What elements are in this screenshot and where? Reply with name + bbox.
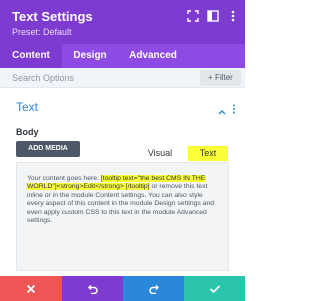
- check-icon: [209, 284, 220, 293]
- filter-button[interactable]: + Filter: [200, 70, 241, 86]
- undo-button[interactable]: [62, 276, 123, 301]
- search-bar: + Filter: [0, 68, 245, 88]
- text-section: Text Body ADD MEDIA Visual Text Your con…: [0, 89, 245, 276]
- section-more-icon[interactable]: [232, 101, 236, 114]
- search-input[interactable]: [12, 70, 192, 86]
- redo-icon: [148, 284, 159, 294]
- sidebar-icon[interactable]: [207, 9, 221, 23]
- discard-button[interactable]: [0, 276, 62, 301]
- preset-selector[interactable]: Preset: Default: [12, 27, 72, 37]
- modal-title: Text Settings: [12, 9, 93, 24]
- body-text-part: Your content goes here.: [27, 175, 101, 182]
- redo-button[interactable]: [123, 276, 184, 301]
- save-button[interactable]: [184, 276, 245, 301]
- section-title[interactable]: Text: [16, 100, 38, 114]
- tab-content[interactable]: Content: [0, 44, 62, 68]
- tab-advanced[interactable]: Advanced: [118, 44, 188, 68]
- add-media-button[interactable]: ADD MEDIA: [16, 141, 80, 157]
- expand-icon[interactable]: [187, 9, 201, 23]
- body-textarea[interactable]: Your content goes here. [tooltip text="t…: [16, 162, 229, 271]
- editor-tab-text[interactable]: Text: [188, 146, 228, 161]
- tab-design[interactable]: Design: [62, 44, 118, 68]
- editor-tab-visual[interactable]: Visual: [140, 146, 180, 161]
- undo-icon: [87, 284, 98, 294]
- chevron-up-icon[interactable]: [218, 102, 226, 115]
- close-icon: [26, 284, 36, 293]
- settings-tabs: Content Design Advanced: [0, 44, 245, 68]
- body-content: Your content goes here. [tooltip text="t…: [27, 175, 221, 225]
- more-icon[interactable]: [227, 9, 241, 23]
- settings-header: Text Settings Preset: Default: [0, 0, 245, 44]
- field-label: Body: [16, 127, 39, 137]
- action-footer: [0, 276, 245, 301]
